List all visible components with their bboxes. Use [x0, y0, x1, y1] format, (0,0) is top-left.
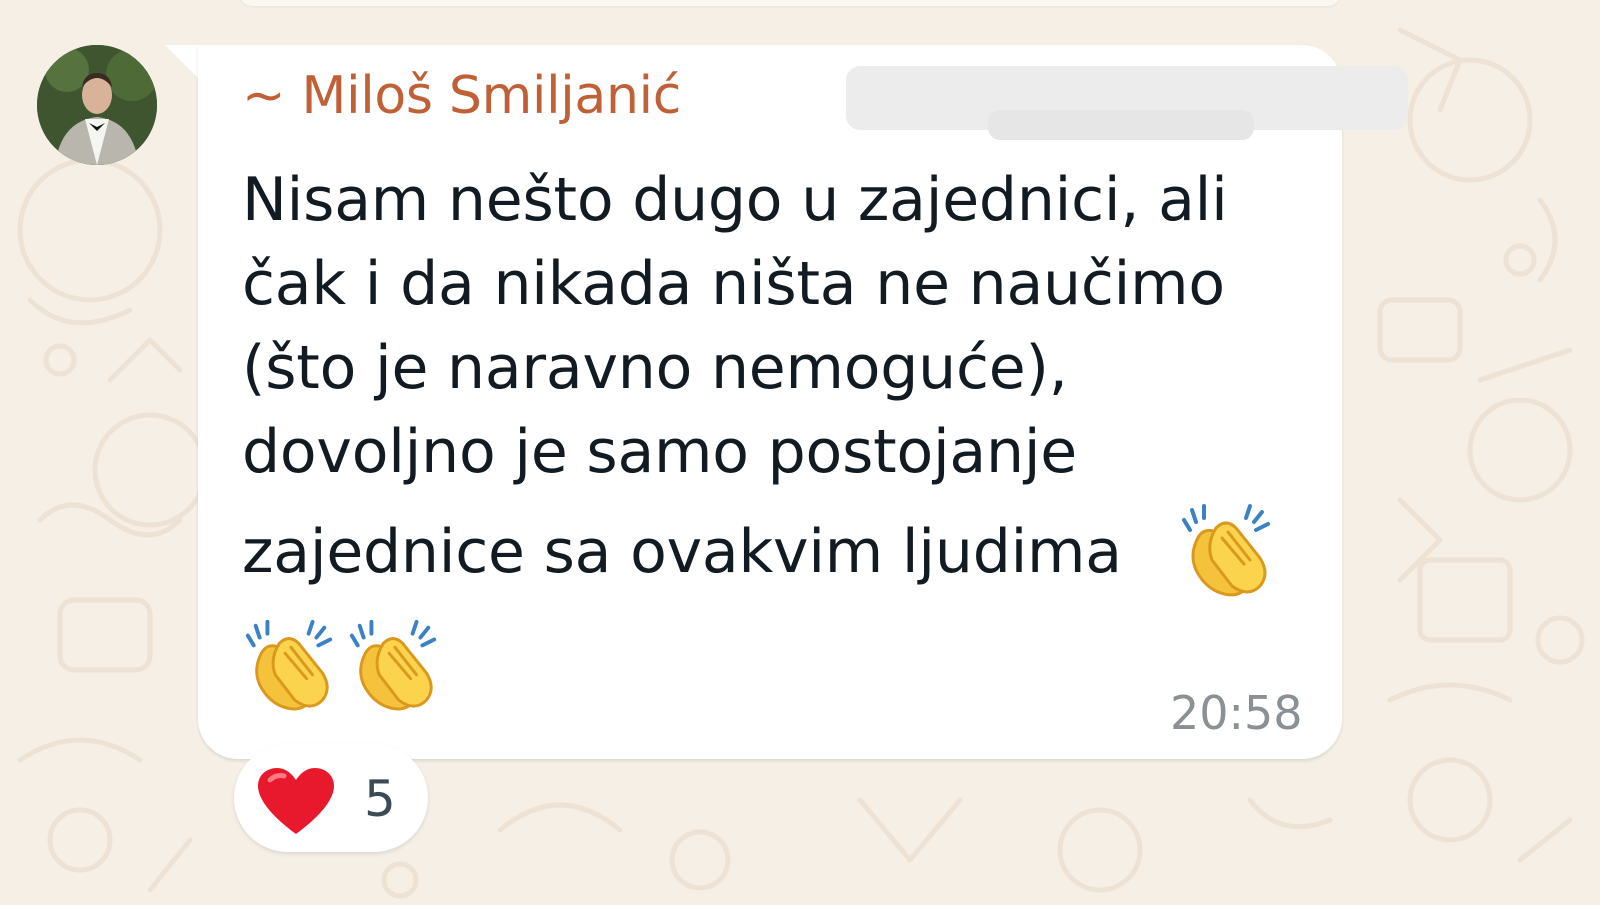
message-timestamp: 20:58: [1170, 686, 1303, 740]
red-heart-icon: [258, 768, 334, 834]
message-text: Nisam nešto dugo u zajednici, ali čak i …: [242, 158, 1322, 594]
blurred-phone-number-tail: [988, 110, 1254, 140]
clap-emoji-row: [240, 614, 442, 716]
clapping-hands-icon: [1182, 504, 1270, 597]
clapping-hands-icon: [349, 619, 437, 711]
message-line: čak i da nikada ništa ne naučimo: [242, 249, 1225, 319]
message-line: (što je naravno nemoguće),: [242, 333, 1068, 403]
message-line: dovoljno je samo postojanje: [242, 417, 1078, 487]
sender-avatar[interactable]: [37, 45, 157, 165]
avatar-photo-icon: [37, 45, 157, 165]
reaction-count: 5: [364, 770, 396, 828]
message-line: zajednice sa ovakvim ljudima: [242, 517, 1122, 587]
clapping-hands-icon: [245, 619, 333, 711]
previous-message-edge: [240, 0, 1340, 6]
reaction-pill[interactable]: 5: [234, 744, 428, 852]
message-line: Nisam nešto dugo u zajednici, ali: [242, 165, 1228, 235]
sender-name[interactable]: ~ Miloš Smiljanić: [242, 66, 681, 126]
